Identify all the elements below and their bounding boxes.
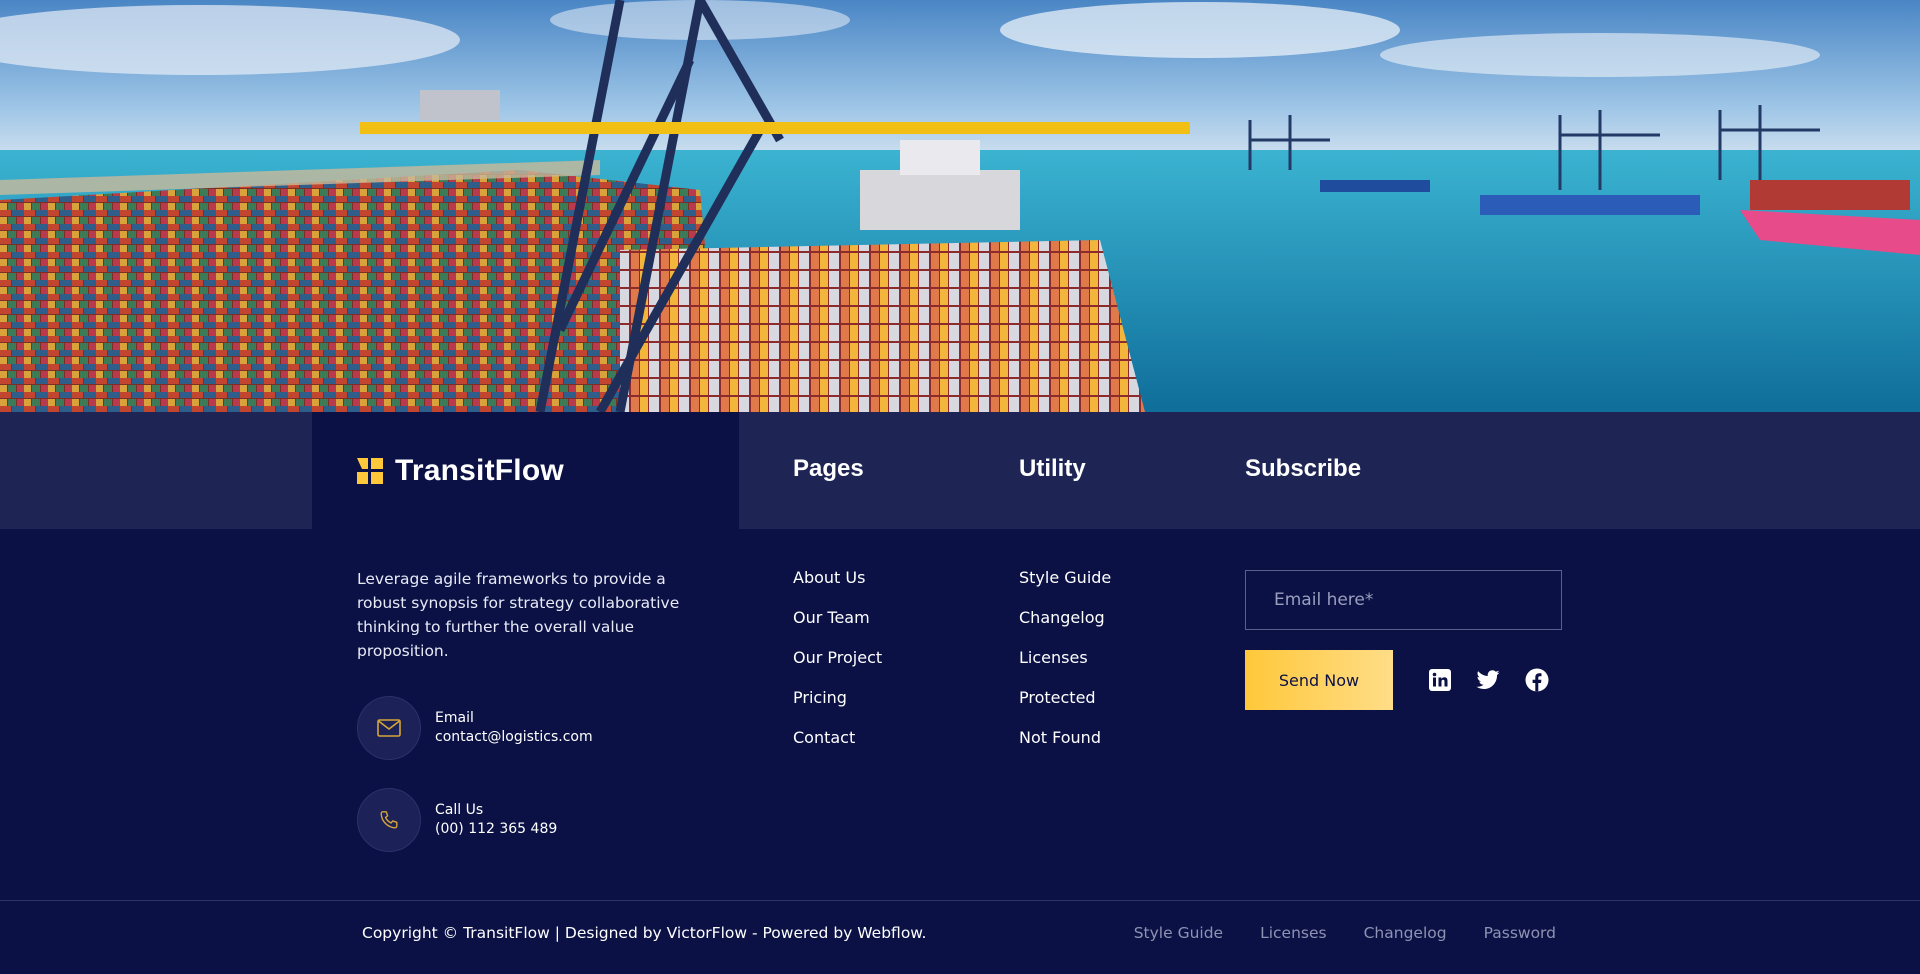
phone-value[interactable]: (00) 112 365 489 [435, 820, 557, 839]
contact-email[interactable]: Email contact@logistics.com [357, 696, 593, 760]
utility-title: Utility [1019, 455, 1086, 482]
brand-logo[interactable]: TransitFlow [312, 412, 739, 529]
utility-link-licenses[interactable]: Licenses [1019, 646, 1111, 686]
utility-links: Style Guide Changelog Licenses Protected… [1019, 566, 1111, 766]
copyright-text: Copyright © TransitFlow | Designed by Vi… [362, 924, 927, 942]
footer-divider [0, 900, 1920, 901]
footer-header-band [0, 412, 1920, 529]
utility-link-protected[interactable]: Protected [1019, 686, 1111, 726]
about-text: Leverage agile frameworks to provide a r… [357, 570, 680, 660]
bottom-link-password[interactable]: Password [1484, 924, 1556, 942]
utility-link-not-found[interactable]: Not Found [1019, 726, 1111, 766]
linkedin-icon[interactable] [1426, 666, 1454, 694]
subscribe-title: Subscribe [1245, 455, 1362, 482]
brand-name: TransitFlow [395, 453, 564, 487]
pages-link-our-project[interactable]: Our Project [793, 646, 882, 686]
pages-links: About Us Our Team Our Project Pricing Co… [793, 566, 882, 766]
bottom-link-changelog[interactable]: Changelog [1364, 924, 1447, 942]
email-input[interactable] [1245, 570, 1562, 630]
email-value[interactable]: contact@logistics.com [435, 728, 593, 747]
bottom-link-licenses[interactable]: Licenses [1260, 924, 1327, 942]
phone-icon [357, 788, 421, 852]
pages-link-contact[interactable]: Contact [793, 726, 882, 766]
pages-link-pricing[interactable]: Pricing [793, 686, 882, 726]
utility-link-style-guide[interactable]: Style Guide [1019, 566, 1111, 606]
contact-phone[interactable]: Call Us (00) 112 365 489 [357, 788, 557, 852]
grid-logo-icon [357, 457, 383, 484]
phone-label: Call Us [435, 802, 484, 818]
send-now-button[interactable]: Send Now [1245, 650, 1393, 710]
pages-title: Pages [793, 455, 864, 482]
email-label: Email [435, 710, 474, 726]
facebook-icon[interactable] [1523, 666, 1551, 694]
twitter-icon[interactable] [1474, 666, 1502, 694]
pages-link-our-team[interactable]: Our Team [793, 606, 882, 646]
hero-image [0, 0, 1920, 412]
bottom-links: Style Guide Licenses Changelog Password [1134, 924, 1556, 942]
bottom-link-style-guide[interactable]: Style Guide [1134, 924, 1223, 942]
utility-link-changelog[interactable]: Changelog [1019, 606, 1111, 646]
mail-icon [357, 696, 421, 760]
pages-link-about-us[interactable]: About Us [793, 566, 882, 606]
